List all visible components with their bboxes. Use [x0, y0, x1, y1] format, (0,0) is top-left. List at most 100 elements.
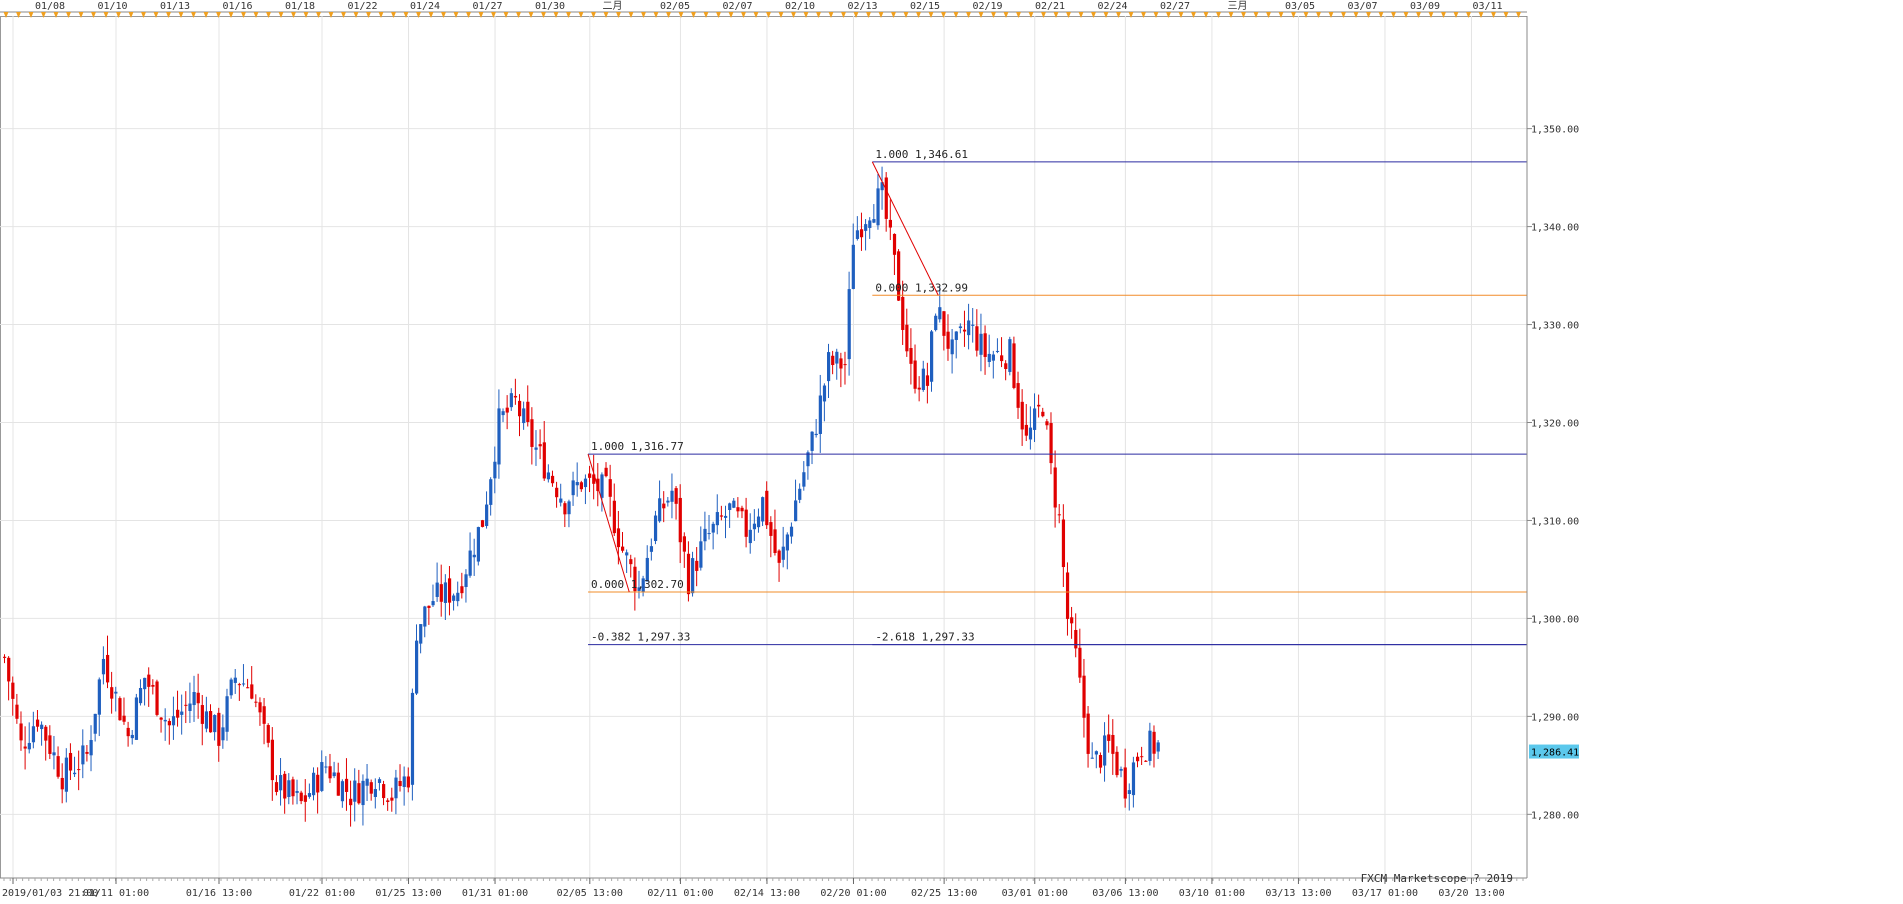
candle: [143, 677, 147, 706]
candle: [64, 748, 68, 803]
candle: [196, 673, 200, 719]
candle: [336, 762, 340, 796]
candle: [443, 574, 448, 621]
candle-body: [843, 364, 847, 366]
candle: [888, 199, 892, 241]
candle-body: [89, 739, 93, 756]
candle-body: [686, 553, 691, 595]
candle: [3, 654, 7, 664]
top-axis-label: 02/19: [972, 1, 1002, 12]
candle-body: [85, 751, 89, 754]
candle: [27, 722, 31, 754]
candle: [1045, 418, 1049, 430]
candle-body: [332, 772, 336, 777]
candle-body: [930, 331, 934, 382]
candle-body: [563, 503, 567, 515]
candle: [349, 780, 353, 827]
candle-body: [958, 326, 963, 329]
candle: [1016, 371, 1020, 419]
candle-body: [1061, 519, 1066, 568]
candle: [266, 723, 270, 748]
candle-body: [666, 500, 670, 503]
candle: [48, 725, 52, 760]
candle: [312, 767, 316, 801]
candle-body: [200, 705, 204, 724]
candle: [31, 711, 36, 749]
candle-body: [522, 408, 526, 424]
candle-body: [946, 331, 950, 349]
candle: [670, 473, 674, 519]
time-tick-label: 01/16 13:00: [186, 888, 252, 899]
candle: [843, 351, 847, 385]
candle-body: [588, 473, 592, 478]
candle: [509, 388, 513, 411]
candle-body: [143, 677, 147, 690]
candle: [279, 758, 283, 806]
candle: [497, 389, 501, 479]
candle-body: [995, 350, 1000, 352]
candle-body: [794, 500, 798, 522]
candle-body: [691, 558, 695, 594]
candle-body: [625, 552, 629, 556]
candle-body: [101, 658, 106, 675]
top-axis-label: 01/22: [347, 1, 377, 12]
candle: [876, 173, 880, 230]
top-axis-label: 01/10: [97, 1, 127, 12]
fib-trend-line[interactable]: [871, 161, 939, 296]
candle: [777, 549, 781, 582]
fib-level-label: 1.000 1,346.61: [875, 148, 968, 161]
time-tick-label: 01/22 01:00: [289, 888, 355, 899]
candle-body: [40, 724, 44, 730]
candle-body: [530, 419, 534, 447]
candle-body: [1111, 734, 1115, 754]
candle-body: [1045, 421, 1049, 426]
candle-body: [1012, 343, 1016, 388]
candle: [1061, 504, 1066, 587]
fib-trend-line[interactable]: [587, 454, 630, 593]
candle-body: [382, 784, 386, 799]
candle-body: [769, 522, 773, 536]
candle: [122, 697, 126, 725]
candle: [402, 766, 406, 806]
candle: [452, 593, 456, 611]
candle: [855, 216, 860, 241]
candle: [221, 714, 225, 749]
candle: [390, 787, 394, 812]
top-axis-label: 03/07: [1347, 1, 1377, 12]
candle: [995, 338, 1000, 354]
candle-body: [831, 355, 835, 366]
candlestick-chart[interactable]: 1.000 1,316.77 0.000 1,302.70 -0.382 1,297…: [0, 0, 1903, 900]
time-tick-label: 01/25 13:00: [375, 888, 441, 899]
candle: [732, 498, 736, 509]
candle: [629, 554, 633, 578]
fibonacci-levels[interactable]: 1.000 1,316.77 0.000 1,302.70 -0.382 1,297…: [587, 148, 1527, 646]
candle: [814, 418, 818, 438]
candle: [254, 694, 258, 708]
candle-body: [765, 490, 769, 526]
candle: [682, 532, 686, 568]
candle-body: [1057, 514, 1061, 516]
candle: [868, 217, 872, 239]
candle: [724, 505, 728, 539]
candle: [85, 744, 89, 762]
candle-body: [1037, 404, 1041, 407]
candle: [798, 483, 802, 504]
candle: [583, 474, 588, 505]
candle: [213, 714, 217, 741]
candle: [344, 758, 349, 811]
candle-body: [394, 777, 398, 799]
candle-body: [126, 727, 130, 737]
time-tick-label: 01/11 01:00: [83, 888, 149, 899]
price-axis[interactable]: 1,350.00 1,340.00 1,330.00 1,320.00 1,310.00…: [1526, 0, 1903, 900]
candle: [1086, 705, 1090, 768]
candle: [1065, 562, 1070, 636]
candle-body: [674, 488, 678, 504]
candle-body: [736, 507, 740, 512]
candle-body: [357, 783, 361, 804]
candle: [678, 484, 682, 564]
candle-body: [847, 289, 851, 360]
candle-body: [489, 479, 493, 505]
candle: [1131, 756, 1136, 808]
candle-body: [1000, 355, 1004, 362]
candle: [147, 667, 151, 707]
